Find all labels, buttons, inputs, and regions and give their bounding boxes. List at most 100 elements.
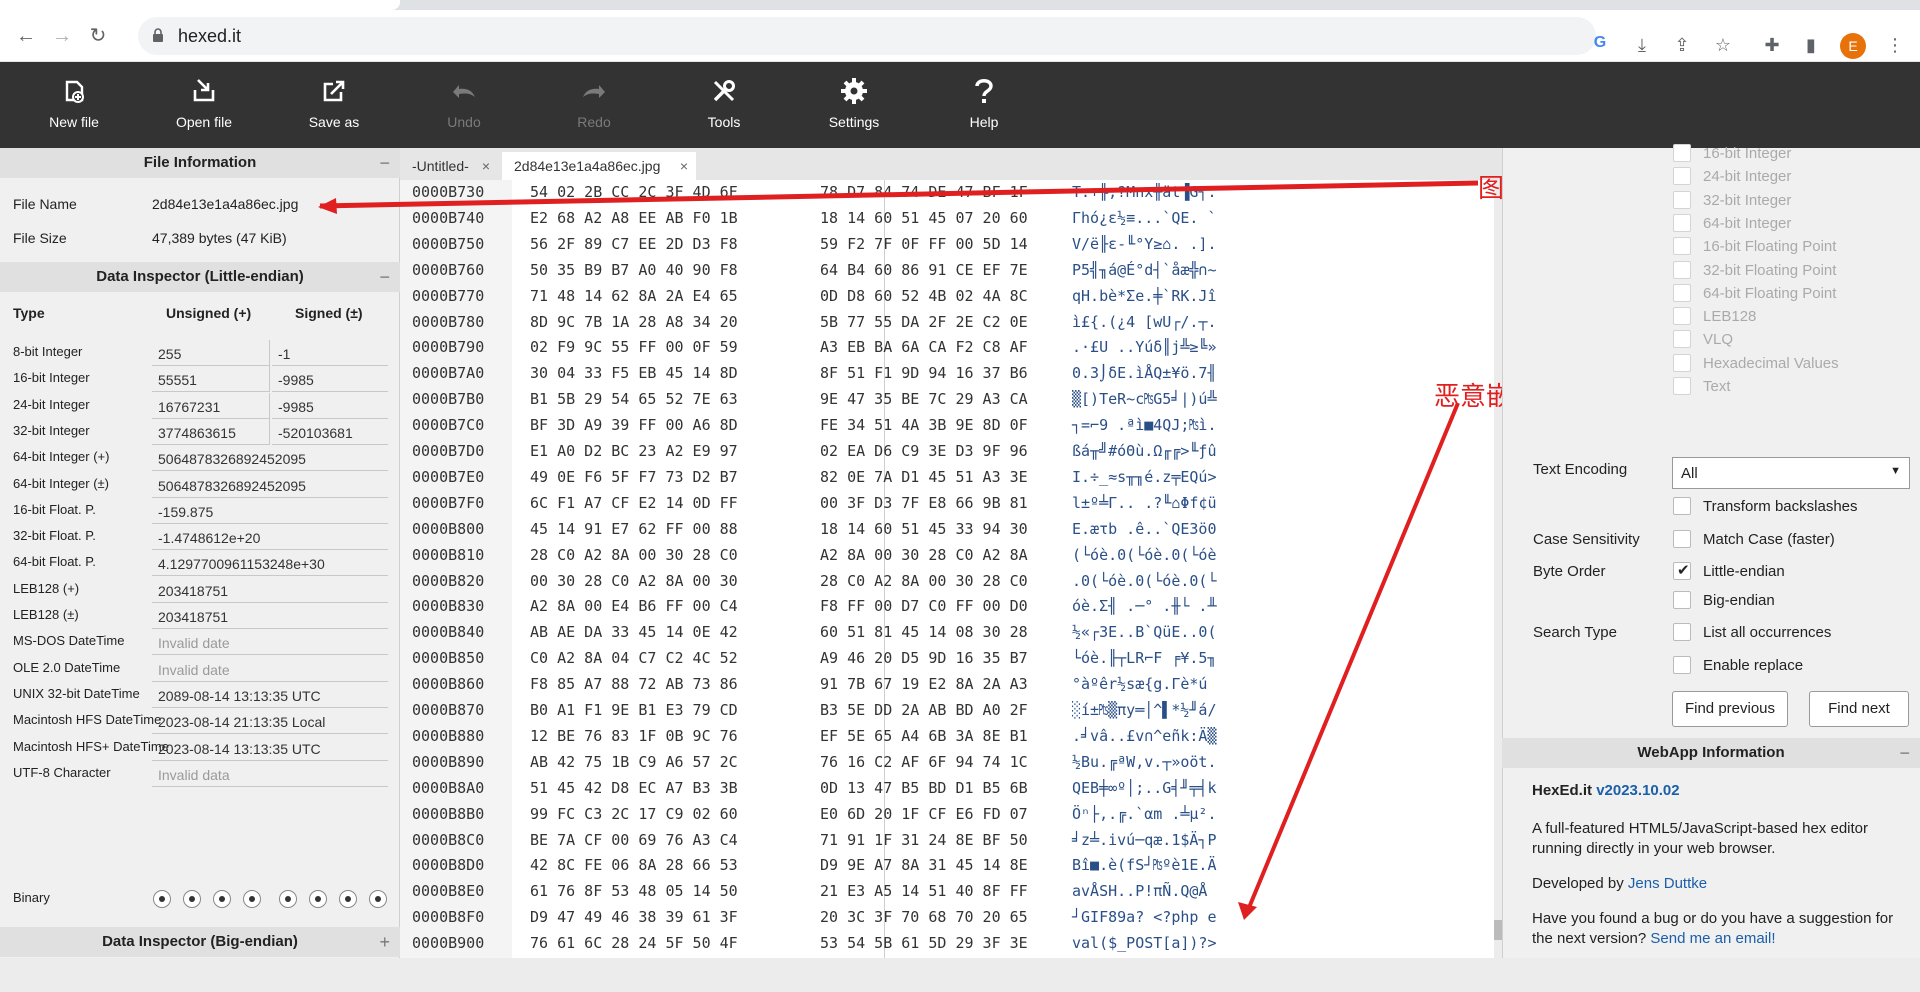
hex-bytes-left[interactable]: C0 A2 8A 04 C7 C2 4C 52 <box>530 649 738 667</box>
hex-bytes-left[interactable]: 51 45 42 D8 EC A7 B3 3B <box>530 779 738 797</box>
hex-bytes-right[interactable]: 71 91 1F 31 24 8E BF 50 <box>820 831 1028 849</box>
hex-bytes-left[interactable]: BE 7A CF 00 69 76 A3 C4 <box>530 831 738 849</box>
hex-bytes-right[interactable]: 64 B4 60 86 91 CE EF 7E <box>820 261 1028 279</box>
tab-active-file[interactable]: 2d84e13e1a4a86ec.jpg × <box>502 152 696 180</box>
signed-value[interactable]: -520103681 <box>272 419 388 445</box>
hex-bytes-right[interactable]: 9E 47 35 BE 7C 29 A3 CA <box>820 390 1028 408</box>
hex-row[interactable]: 0000B8C0 BE 7A CF 00 69 76 A3 C4 71 91 1F … <box>400 828 1502 853</box>
save-as-button[interactable]: Save as <box>274 62 394 148</box>
hex-row[interactable]: 0000B860 F8 85 A7 88 72 AB 73 86 91 7B 67 … <box>400 672 1502 697</box>
hex-row[interactable]: 0000B890 AB 42 75 1B C9 A6 57 2C 76 16 C2 … <box>400 750 1502 775</box>
webapp-information-header[interactable]: WebApp Information − <box>1502 738 1920 768</box>
little-endian-checkbox[interactable]: ✔ <box>1673 562 1691 580</box>
hex-bytes-right[interactable]: B3 5E DD 2A AB BD A0 2F <box>820 701 1028 719</box>
undo-button[interactable]: Undo <box>404 62 524 148</box>
hex-row[interactable]: 0000B780 8D 9C 7B 1A 28 A8 34 20 5B 77 55 … <box>400 310 1502 335</box>
type-checkbox[interactable] <box>1673 260 1691 279</box>
file-information-header[interactable]: File Information − <box>0 148 400 178</box>
text-column[interactable]: ▒[)TeR~c₧G5╛|)ú╩ <box>1072 390 1217 408</box>
new-file-button[interactable]: New file <box>14 62 134 148</box>
hex-bytes-right[interactable]: 21 E3 A5 14 51 40 8F FF <box>820 882 1028 900</box>
text-column[interactable]: ½Bu.╔ªW,v.┬»oöt. <box>1072 753 1217 771</box>
share-icon[interactable]: ⇪ <box>1671 34 1693 56</box>
settings-button[interactable]: Settings <box>794 62 914 148</box>
text-encoding-select[interactable]: All ▼ <box>1672 457 1910 489</box>
hex-bytes-right[interactable]: 20 3C 3F 70 68 70 20 65 <box>820 908 1028 926</box>
hex-bytes-left[interactable]: A2 8A 00 E4 B6 FF 00 C4 <box>530 597 738 615</box>
hex-row[interactable]: 0000B870 B0 A1 F1 9E B1 E3 79 CD B3 5E DD … <box>400 698 1502 723</box>
text-column[interactable]: (└óè.0(└óè.0(└óè <box>1072 546 1217 564</box>
inspector-value[interactable]: 5064878326892452095 <box>152 445 388 472</box>
text-column[interactable]: I.÷_≈s╥╖é.z╤EQú> <box>1072 468 1217 486</box>
hex-row[interactable]: 0000B8B0 99 FC C3 2C 17 C9 02 60 E0 6D 20 … <box>400 802 1502 827</box>
hex-bytes-right[interactable]: 00 3F D3 7F E8 66 9B 81 <box>820 494 1028 512</box>
close-icon[interactable]: × <box>680 152 688 180</box>
data-inspector-le-header[interactable]: Data Inspector (Little-endian) − <box>0 262 400 292</box>
hex-bytes-left[interactable]: E1 A0 D2 BC 23 A2 E9 97 <box>530 442 738 460</box>
bit-radio[interactable] <box>309 890 327 908</box>
hex-bytes-left[interactable]: B1 5B 29 54 65 52 7E 63 <box>530 390 738 408</box>
hex-row[interactable]: 0000B800 45 14 91 E7 62 FF 00 88 18 14 60 … <box>400 517 1502 542</box>
enable-replace-checkbox[interactable] <box>1673 656 1691 674</box>
type-checkbox[interactable] <box>1673 213 1691 232</box>
find-previous-button[interactable]: Find previous <box>1672 691 1788 727</box>
unsigned-value[interactable]: 55551 <box>152 366 270 393</box>
text-column[interactable]: ßá╥╝#óΘù.Ω╓╔>╙ƒû <box>1072 442 1217 460</box>
hex-bytes-right[interactable]: A9 46 20 D5 9D 16 35 B7 <box>820 649 1028 667</box>
text-column[interactable]: .·£U ..Yúδ║j╩≥╚» <box>1072 338 1217 356</box>
collapse-icon[interactable]: − <box>1899 738 1910 768</box>
hex-bytes-right[interactable]: 59 F2 7F 0F FF 00 5D 14 <box>820 235 1028 253</box>
hex-row[interactable]: 0000B750 56 2F 89 C7 EE 2D D3 F8 59 F2 7F … <box>400 232 1502 257</box>
redo-button[interactable]: Redo <box>534 62 654 148</box>
collapse-icon[interactable]: − <box>379 262 390 292</box>
hex-bytes-right[interactable]: F8 FF 00 D7 C0 FF 00 D0 <box>820 597 1028 615</box>
hex-row[interactable]: 0000B7E0 49 0E F6 5F F7 73 D2 B7 82 0E 7A … <box>400 465 1502 490</box>
tools-button[interactable]: Tools <box>664 62 784 148</box>
bit-radio[interactable] <box>369 890 387 908</box>
inspector-value[interactable]: -1.4748612e+20 <box>152 524 388 551</box>
hex-bytes-left[interactable]: 61 76 8F 53 48 05 14 50 <box>530 882 738 900</box>
hex-bytes-left[interactable]: BF 3D A9 39 FF 00 A6 8D <box>530 416 738 434</box>
hex-bytes-right[interactable]: 5B 77 55 DA 2F 2E C2 0E <box>820 313 1028 331</box>
inspector-value[interactable]: 5064878326892452095 <box>152 472 388 498</box>
text-column[interactable]: QEB╪∞º│;..G╡╜╤╡k <box>1072 779 1217 797</box>
hex-bytes-right[interactable]: A3 EB BA 6A CA F2 C8 AF <box>820 338 1028 356</box>
type-checkbox[interactable] <box>1673 283 1691 302</box>
hex-bytes-right[interactable]: 28 C0 A2 8A 00 30 28 C0 <box>820 572 1028 590</box>
reload-icon[interactable]: ↻ <box>86 24 110 48</box>
developer-link[interactable]: Jens Duttke <box>1628 875 1707 892</box>
hex-bytes-left[interactable]: 54 02 2B CC 2C 3F 4D 6F <box>530 183 738 201</box>
hex-row[interactable]: 0000B7D0 E1 A0 D2 BC 23 A2 E9 97 02 EA D6 … <box>400 439 1502 464</box>
extensions-icon[interactable]: ✚ <box>1761 34 1783 56</box>
text-column[interactable]: V/ë╟ε-╙°Y≥⌂. .]. <box>1072 235 1217 253</box>
type-checkbox[interactable] <box>1673 237 1691 256</box>
type-checkbox[interactable] <box>1673 330 1691 349</box>
hex-bytes-right[interactable]: EF 5E 65 A4 6B 3A 8E B1 <box>820 727 1028 745</box>
inspector-value[interactable]: Invalid data <box>152 761 388 787</box>
hex-row[interactable]: 0000B900 76 61 6C 28 24 5F 50 4F 53 54 5B … <box>400 931 1502 956</box>
text-column[interactable]: qH.bè*Σe.╪`RK.Jî <box>1072 287 1217 305</box>
text-column[interactable]: l±º╧Γ.. .?╙⌂Φf¢ü <box>1072 494 1217 512</box>
hex-row[interactable]: 0000B790 02 F9 9C 55 FF 00 0F 59 A3 EB BA … <box>400 335 1502 360</box>
hex-bytes-left[interactable]: AB AE DA 33 45 14 0E 42 <box>530 623 738 641</box>
text-column[interactable]: Γhó¿ε½≡...`QE. ` <box>1072 209 1217 227</box>
inspector-value[interactable]: 4.1297700961153248e+30 <box>152 550 388 577</box>
big-endian-checkbox[interactable] <box>1673 591 1691 609</box>
signed-value[interactable]: -9985 <box>272 393 388 419</box>
tab-untitled[interactable]: -Untitled- × <box>400 152 498 180</box>
hex-bytes-left[interactable]: 99 FC C3 2C 17 C9 02 60 <box>530 805 738 823</box>
hex-bytes-left[interactable]: 76 61 6C 28 24 5F 50 4F <box>530 934 738 952</box>
hex-bytes-left[interactable]: 49 0E F6 5F F7 73 D2 B7 <box>530 468 738 486</box>
type-checkbox[interactable] <box>1673 144 1691 162</box>
text-column[interactable]: .╛vâ..£v∩^eñk:Ä▒ <box>1072 727 1217 745</box>
hex-bytes-right[interactable]: 18 14 60 51 45 33 94 30 <box>820 520 1028 538</box>
data-inspector-be-header[interactable]: Data Inspector (Big-endian) + <box>0 927 400 957</box>
type-checkbox[interactable] <box>1673 377 1691 395</box>
hex-row[interactable]: 0000B880 12 BE 76 83 1F 0B 9C 76 EF 5E 65 … <box>400 724 1502 749</box>
hex-bytes-left[interactable]: B0 A1 F1 9E B1 E3 79 CD <box>530 701 738 719</box>
hex-bytes-right[interactable]: 0D D8 60 52 4B 02 4A 8C <box>820 287 1028 305</box>
hex-row[interactable]: 0000B760 50 35 B9 B7 A0 40 90 F8 64 B4 60 … <box>400 258 1502 283</box>
bookmark-star-icon[interactable]: ☆ <box>1712 34 1734 56</box>
hex-bytes-left[interactable]: E2 68 A2 A8 EE AB F0 1B <box>530 209 738 227</box>
install-icon[interactable]: ⤓ <box>1631 34 1653 56</box>
